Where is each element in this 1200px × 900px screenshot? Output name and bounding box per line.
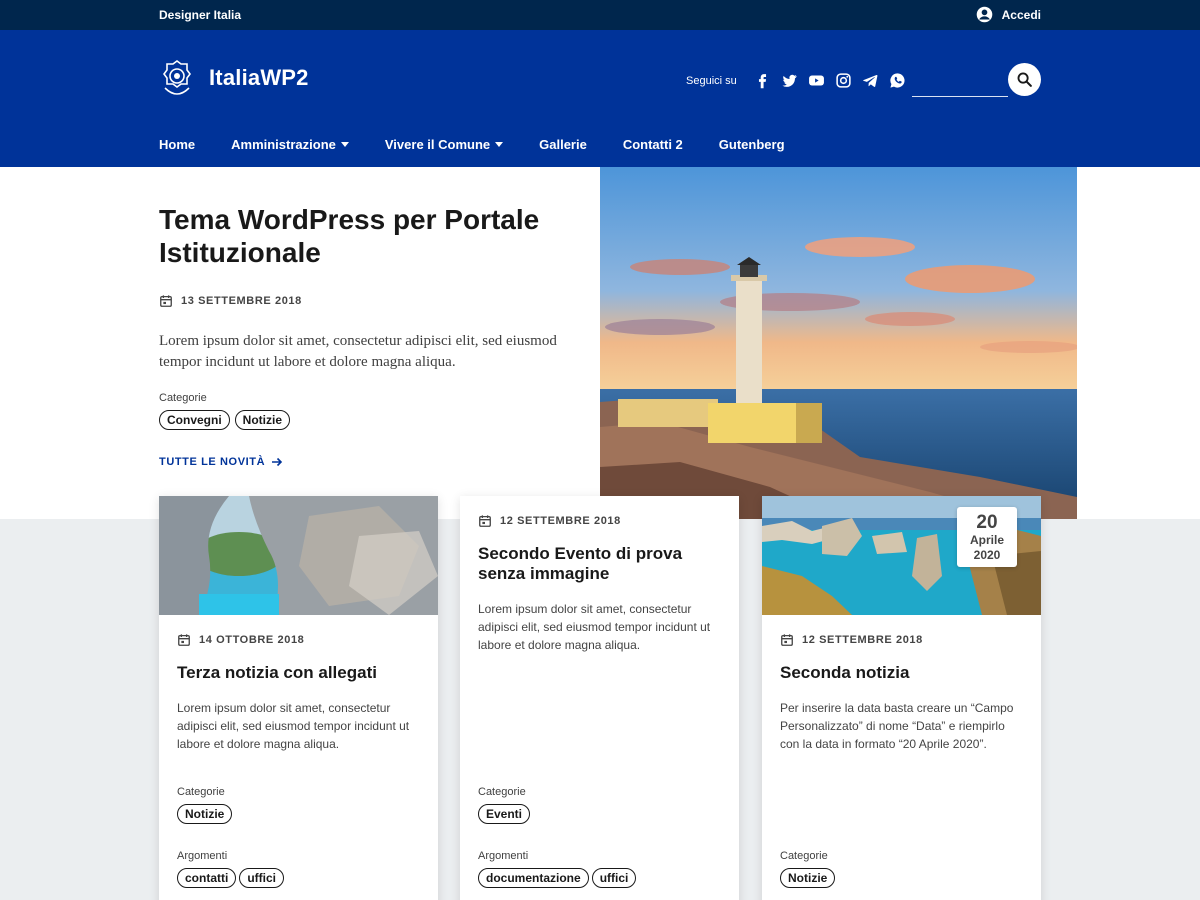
category-chip-convegni[interactable]: Convegni [159, 410, 230, 430]
card-body: 12 SETTEMBRE 2018 Secondo Evento di prov… [478, 514, 723, 654]
nav-item-vivere-il-comune[interactable]: Vivere il Comune [385, 137, 504, 152]
card-date-text: 14 OTTOBRE 2018 [199, 634, 305, 646]
card-description: Lorem ipsum dolor sit amet, consectetur … [177, 701, 410, 751]
site-logo-link[interactable]: ItaliaWP2 [159, 58, 309, 98]
card-title[interactable]: Seconda notizia [780, 663, 1025, 683]
card-title[interactable]: Secondo Evento di prova senza immagine [478, 544, 723, 584]
instagram-icon[interactable] [830, 72, 857, 89]
hero-date: 13 SETTEMBRE 2018 [159, 294, 559, 308]
social-label: Seguici su [686, 74, 737, 87]
date-badge: 20 Aprile 2020 [957, 507, 1017, 567]
card-description: Per inserire la data basta creare un “Ca… [780, 701, 1014, 751]
card-date: 12 SETTEMBRE 2018 [478, 514, 723, 528]
card-date: 12 SETTEMBRE 2018 [780, 633, 1025, 647]
region-brand-link[interactable]: Designer Italia [159, 8, 241, 22]
nav-item-home[interactable]: Home [159, 137, 195, 152]
hero-date-text: 13 SETTEMBRE 2018 [181, 295, 302, 307]
facebook-icon[interactable] [749, 72, 776, 89]
search-button[interactable] [1008, 63, 1041, 96]
main-navigation: Home Amministrazione Vivere il Comune Ga… [159, 137, 821, 152]
topic-chip-uffici[interactable]: uffici [591, 868, 637, 888]
topic-chip-contatti[interactable]: contatti [177, 868, 237, 888]
card-date-text: 12 SETTEMBRE 2018 [500, 515, 621, 527]
card-image-sea-stacks[interactable]: 20 Aprile 2020 [762, 496, 1041, 615]
card-title[interactable]: Terza notizia con allegati [177, 663, 422, 683]
card-date-text: 12 SETTEMBRE 2018 [802, 634, 923, 646]
news-card: 20 Aprile 2020 12 SETTEMBRE 2018 Seconda… [762, 496, 1041, 900]
arrow-right-icon [271, 456, 283, 468]
category-chip-notizie[interactable]: Notizie [780, 868, 836, 888]
telegram-icon[interactable] [857, 72, 884, 89]
card-categories: Categorie Notizie [177, 786, 422, 824]
card-categories-label: Categorie [780, 850, 828, 862]
login-button[interactable]: Accedi [976, 6, 1041, 23]
card-description: Lorem ipsum dolor sit amet, consectetur … [478, 602, 711, 652]
nav-item-gutenberg[interactable]: Gutenberg [719, 137, 785, 152]
topic-chip-uffici[interactable]: uffici [239, 868, 285, 888]
site-title: ItaliaWP2 [209, 65, 309, 90]
search-input[interactable] [912, 96, 1008, 97]
topic-chip-documentazione[interactable]: documentazione [478, 868, 589, 888]
twitter-icon[interactable] [776, 72, 803, 89]
card-date: 14 OTTOBRE 2018 [177, 633, 422, 647]
card-category-chips: Eventi [478, 804, 723, 824]
calendar-icon [478, 514, 492, 528]
card-topics-label: Argomenti [177, 850, 228, 862]
hero-categories: Convegni Notizie [159, 410, 559, 430]
category-chip-eventi[interactable]: Eventi [478, 804, 531, 824]
card-body: 14 OTTOBRE 2018 Terza notizia con allega… [177, 633, 422, 753]
user-icon [976, 6, 993, 23]
badge-month: Aprile [969, 533, 1004, 547]
card-categories-label: Categorie [177, 786, 225, 798]
hero-description: Lorem ipsum dolor sit amet, consectetur … [159, 333, 557, 370]
card-topics: Argomenti documentazione uffici [478, 850, 723, 888]
nav-item-gallerie[interactable]: Gallerie [539, 137, 587, 152]
site-header: ItaliaWP2 Seguici su Home Amministrazion… [0, 30, 1200, 167]
search-icon [1016, 71, 1033, 88]
badge-day: 20 [976, 512, 998, 533]
calendar-icon [177, 633, 191, 647]
caret-down-icon [495, 142, 504, 147]
calendar-icon [780, 633, 794, 647]
card-category-chips: Notizie [780, 868, 1025, 888]
card-image-sea-arch[interactable] [159, 496, 438, 615]
card-body: 12 SETTEMBRE 2018 Seconda notizia Per in… [780, 633, 1025, 753]
card-topics: Argomenti contatti uffici [177, 850, 422, 888]
top-bar: Designer Italia Accedi [0, 0, 1200, 30]
caret-down-icon [340, 142, 349, 147]
nav-item-contatti-2[interactable]: Contatti 2 [623, 137, 683, 152]
card-categories-label: Categorie [478, 786, 526, 798]
whatsapp-icon[interactable] [884, 72, 911, 89]
all-news-link[interactable]: TUTTE LE NOVITÀ [159, 456, 559, 468]
coat-of-arms-icon [159, 58, 195, 98]
login-label: Accedi [1001, 7, 1041, 22]
nav-item-amministrazione[interactable]: Amministrazione [231, 137, 349, 152]
category-chip-notizie[interactable]: Notizie [234, 410, 291, 430]
social-links: Seguici su [686, 72, 911, 89]
category-chip-notizie[interactable]: Notizie [177, 804, 233, 824]
hero-content: Tema WordPress per Portale Istituzionale… [159, 203, 559, 468]
youtube-icon[interactable] [803, 72, 830, 89]
all-news-label: TUTTE LE NOVITÀ [159, 456, 266, 468]
hero-section: Tema WordPress per Portale Istituzionale… [0, 167, 1200, 519]
hero-image-lighthouse[interactable] [600, 167, 1077, 519]
card-categories: Categorie Eventi [478, 786, 723, 824]
calendar-icon [159, 294, 173, 308]
news-card: 14 OTTOBRE 2018 Terza notizia con allega… [159, 496, 438, 900]
hero-categories-label: Categorie [159, 392, 207, 404]
card-category-chips: Notizie [177, 804, 422, 824]
card-topics-label: Argomenti [478, 850, 529, 862]
card-topic-chips: contatti uffici [177, 868, 422, 888]
card-topic-chips: documentazione uffici [478, 868, 723, 888]
badge-year: 2020 [973, 548, 1001, 562]
card-categories: Categorie Notizie [780, 850, 1025, 888]
event-card: 12 SETTEMBRE 2018 Secondo Evento di prov… [460, 496, 739, 900]
hero-title[interactable]: Tema WordPress per Portale Istituzionale [159, 203, 559, 269]
